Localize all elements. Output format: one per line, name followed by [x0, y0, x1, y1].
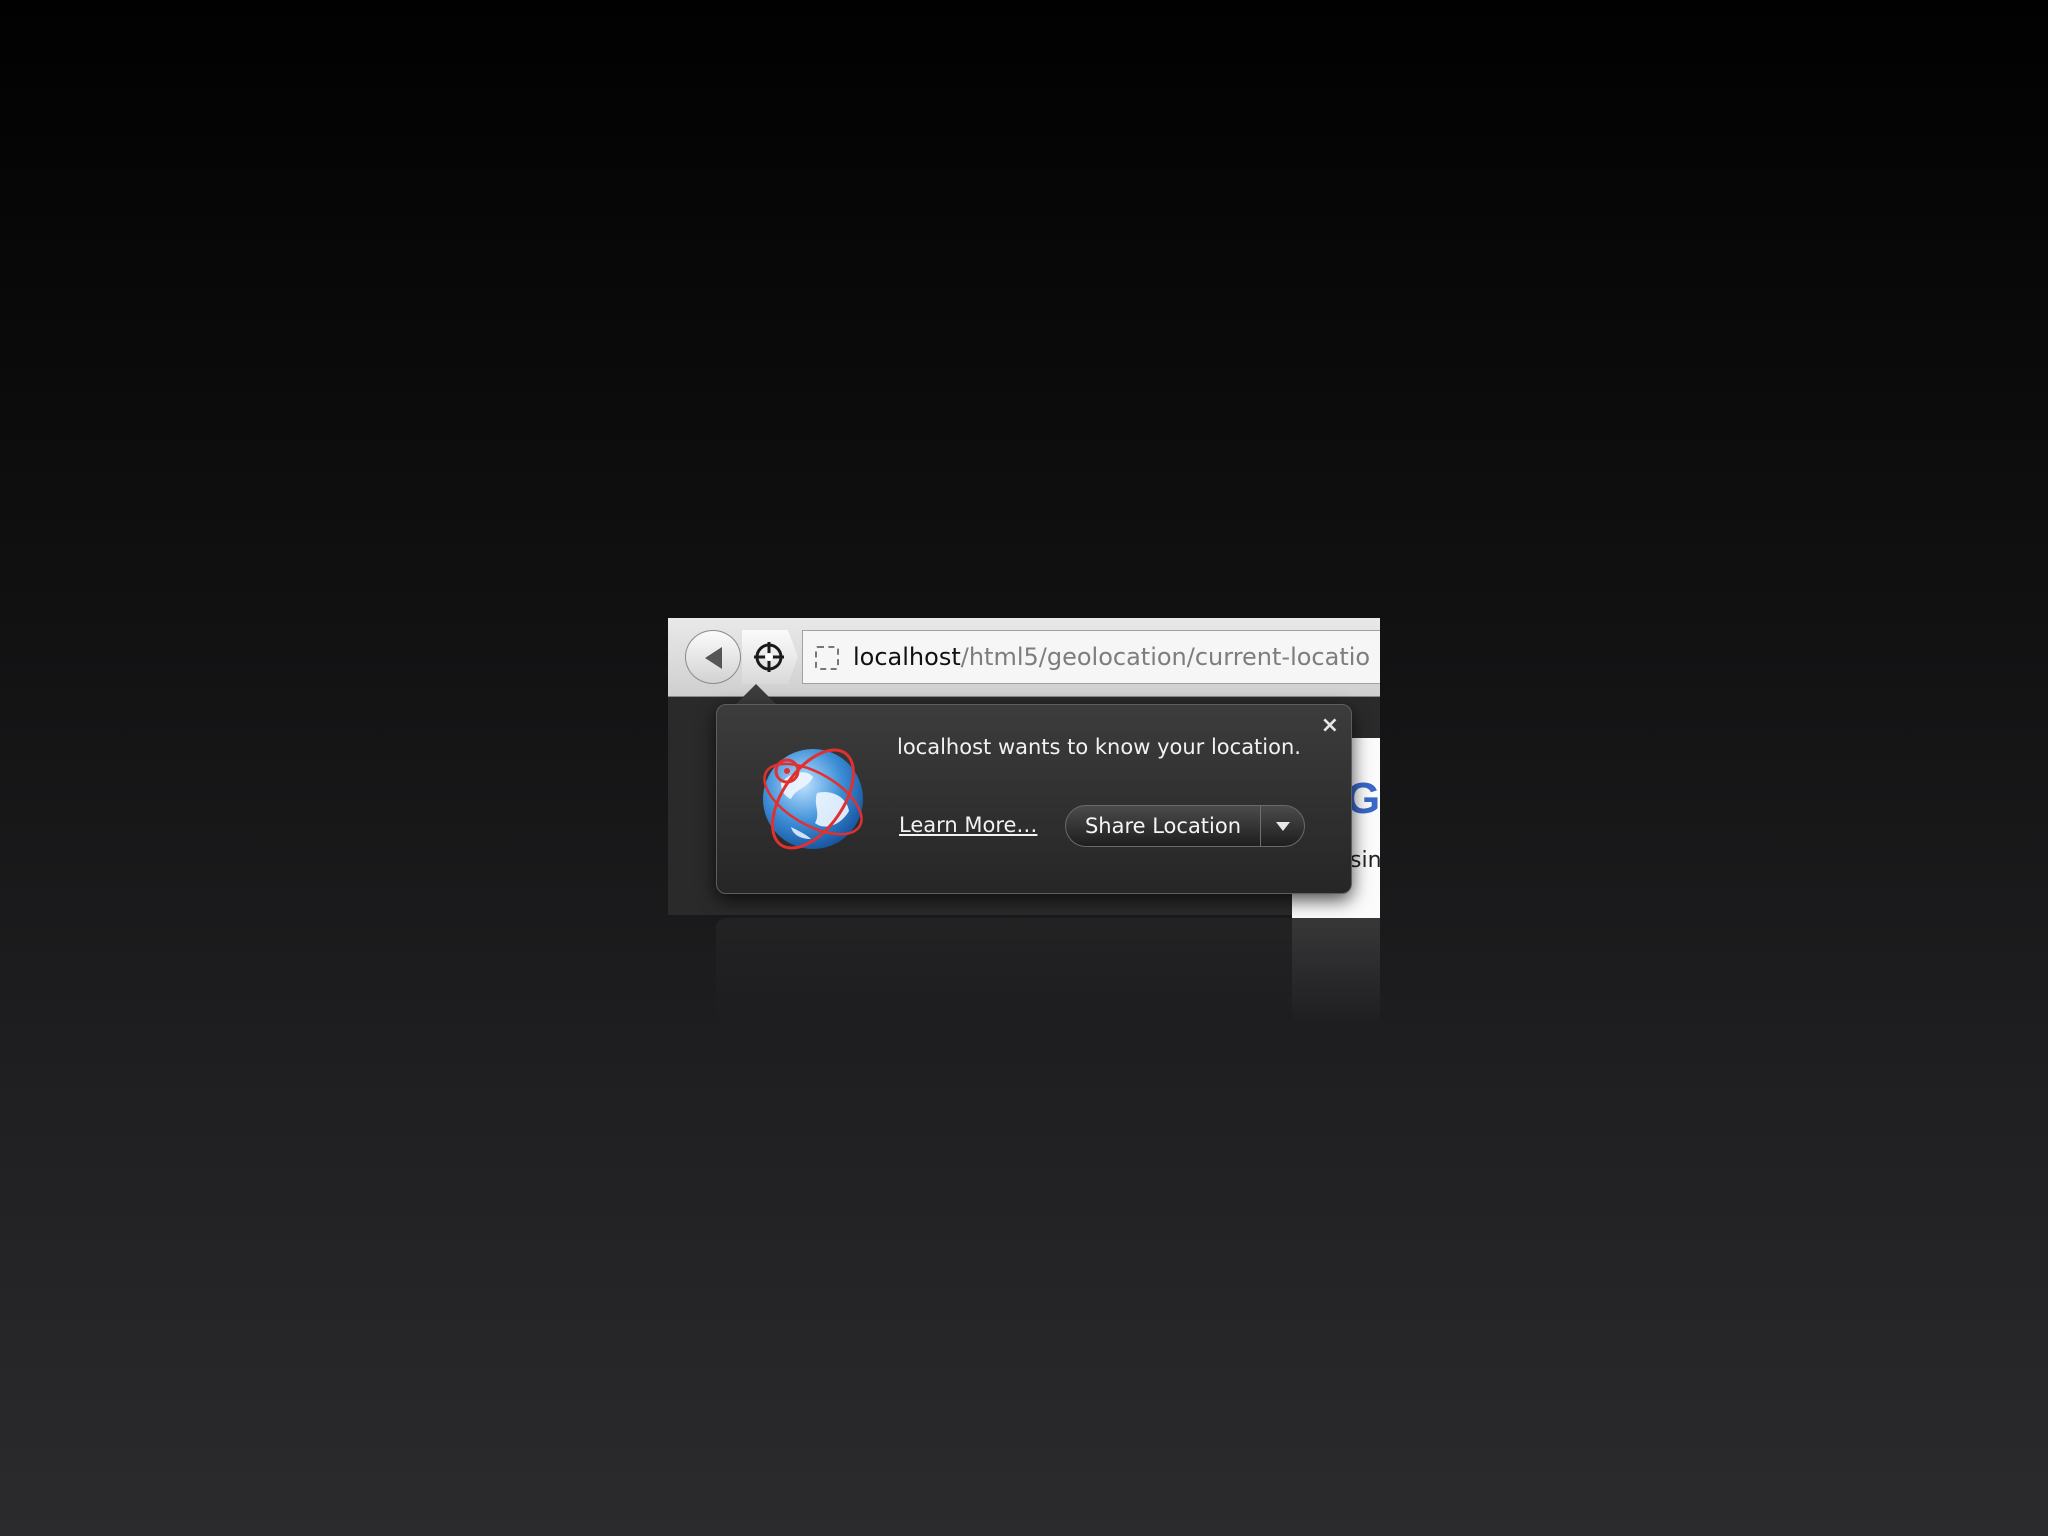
url-host: localhost	[853, 643, 961, 671]
globe-location-icon	[763, 748, 863, 850]
chevron-down-icon	[1276, 822, 1290, 831]
address-bar[interactable]: localhost/html5/geolocation/current-loca…	[802, 630, 1380, 684]
share-location-button[interactable]: Share Location	[1066, 806, 1260, 846]
share-options-dropdown[interactable]	[1261, 806, 1304, 846]
back-arrow-icon	[705, 647, 722, 669]
popover-arrow	[734, 684, 778, 706]
learn-more-link[interactable]: Learn More…	[899, 813, 1037, 837]
popover-reflection	[716, 918, 1352, 1028]
location-button[interactable]	[742, 630, 798, 684]
share-location-split-button: Share Location	[1065, 805, 1305, 847]
close-button[interactable]: ×	[1321, 713, 1339, 738]
page-text-partial: sin	[1350, 848, 1380, 873]
back-button[interactable]	[685, 630, 741, 684]
page-reflection	[1292, 918, 1380, 1028]
slide-background: { "browser": { "url_host": "localhost", …	[0, 0, 2048, 1536]
geolocation-permission-popover: × localhost wants to know your location.…	[716, 704, 1352, 894]
url-text[interactable]: localhost/html5/geolocation/current-loca…	[853, 641, 1370, 673]
site-placeholder-icon	[815, 646, 839, 670]
crosshair-target-icon	[754, 642, 784, 672]
window-reflection	[668, 918, 1380, 1028]
permission-message: localhost wants to know your location.	[897, 735, 1301, 759]
url-path: /html5/geolocation/current-locatio	[960, 643, 1371, 671]
